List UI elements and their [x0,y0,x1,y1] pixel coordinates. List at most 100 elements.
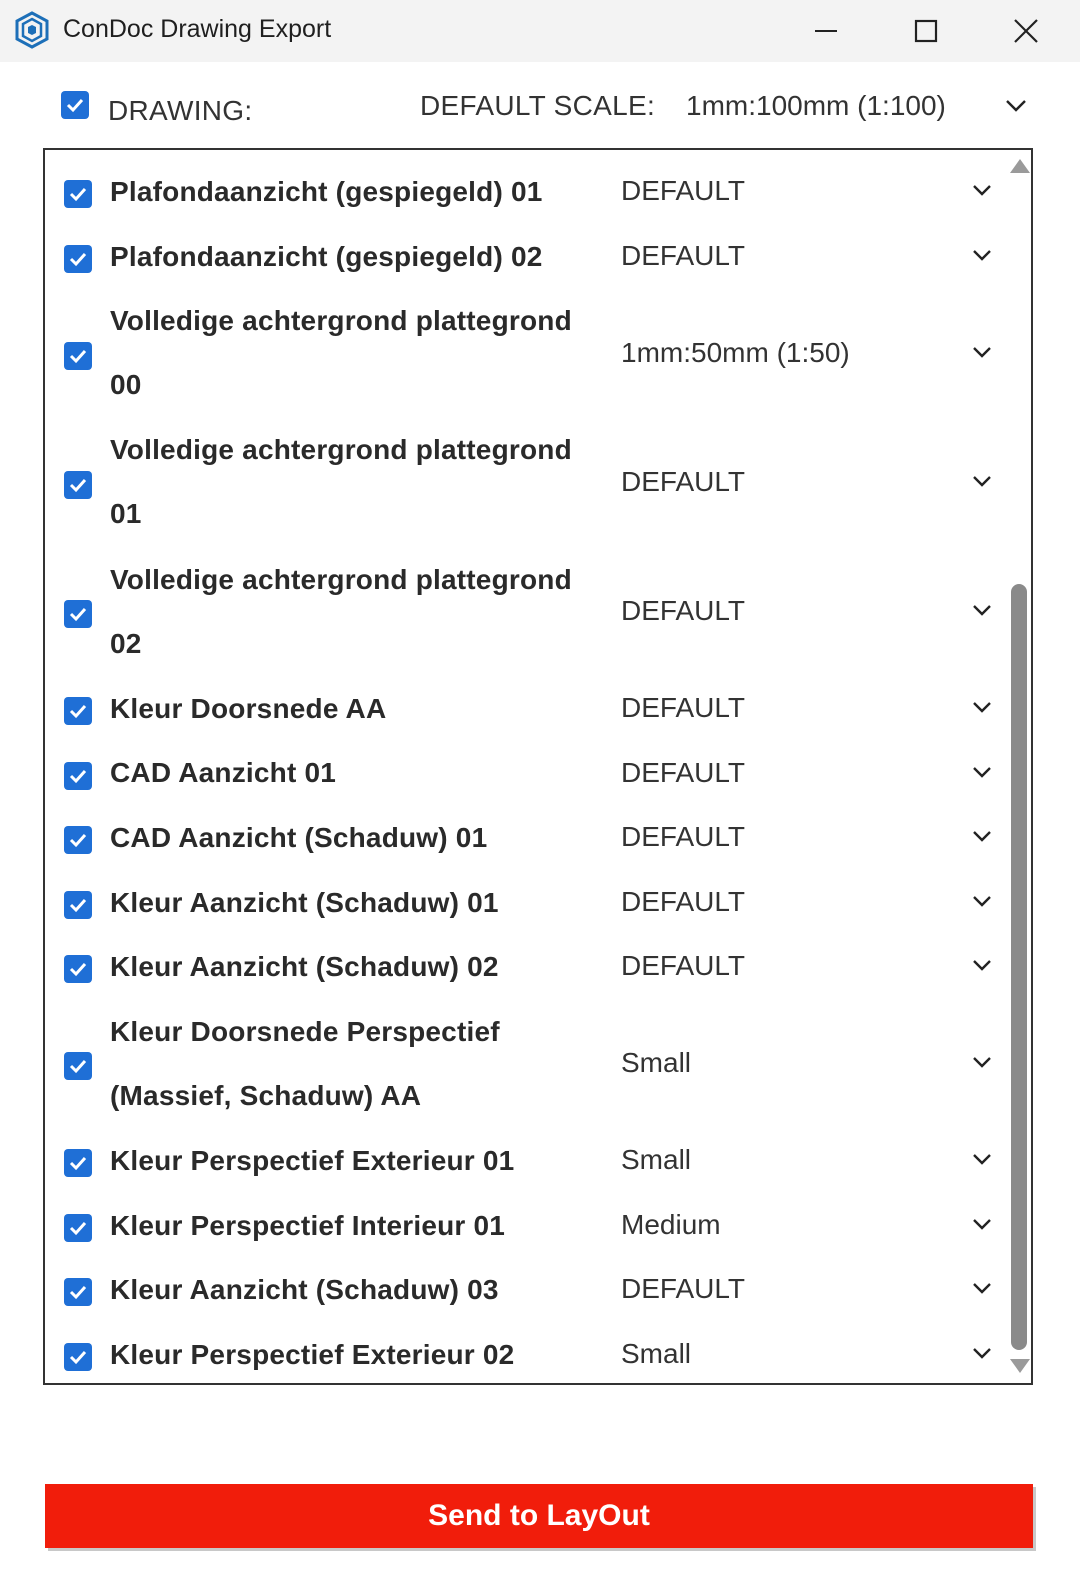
send-to-layout-button[interactable]: Send to LayOut [45,1484,1033,1548]
checkmark-icon [69,188,87,202]
drawing-scale-select[interactable]: Small [621,1144,691,1176]
drawing-row[interactable]: Kleur Aanzicht (Schaduw) 03 DEFAULT [45,1258,1005,1323]
sketchup-logo-icon [15,11,49,49]
chevron-down-icon[interactable] [970,1343,994,1363]
drawing-row[interactable]: Kleur Doorsnede AA DEFAULT [45,677,1005,742]
chevron-down-icon[interactable] [1003,94,1029,116]
drawing-checkbox[interactable] [64,1052,92,1081]
drawing-name: Volledige achtergrond plattegrond 02 [110,563,572,659]
minimize-button[interactable] [776,0,876,62]
drawing-checkbox[interactable] [64,1343,92,1372]
drawing-row[interactable]: Volledige achtergrond plattegrond 00 1mm:… [45,289,1005,418]
chevron-down-icon[interactable] [970,342,994,362]
drawing-row[interactable]: Kleur Aanzicht (Schaduw) 02 DEFAULT [45,935,1005,1000]
drawing-checkbox[interactable] [64,761,92,790]
drawing-row[interactable]: Volledige achtergrond plattegrond 01 DEFA… [45,418,1005,547]
drawing-checkbox[interactable] [64,244,92,273]
drawing-name: Kleur Aanzicht (Schaduw) 01 [110,886,499,918]
drawing-row[interactable]: CAD Aanzicht (Schaduw) 01 DEFAULT [45,806,1005,871]
window-title: ConDoc Drawing Export [63,15,332,43]
scrollbar-thumb[interactable] [1011,584,1027,1350]
checkmark-icon [69,1060,87,1074]
chevron-down-icon[interactable] [970,762,994,782]
drawing-row[interactable]: Plafondaanzicht (gespiegeld) 02 DEFAULT [45,225,1005,290]
drawing-checkbox[interactable] [64,1149,92,1178]
default-scale-label: DEFAULT SCALE: [420,90,656,121]
drawing-scale-select[interactable]: DEFAULT [621,466,745,498]
drawing-scale-select[interactable]: DEFAULT [621,950,745,982]
chevron-down-icon[interactable] [970,245,994,265]
drawing-checkbox[interactable] [64,890,92,919]
drawing-scale-select[interactable]: DEFAULT [621,595,745,627]
scroll-down-arrow-icon[interactable] [1009,1358,1031,1374]
drawing-list[interactable]: Plafondaanzicht (gespiegeld) 01 DEFAULT Pl… [43,148,1033,1385]
maximize-button[interactable] [876,0,976,62]
drawing-scale-select[interactable]: DEFAULT [621,757,745,789]
chevron-down-icon[interactable] [970,891,994,911]
drawing-scale-select[interactable]: DEFAULT [621,821,745,853]
drawing-scale-select[interactable]: Medium [621,1209,721,1241]
drawing-row[interactable]: Kleur Perspectief Exterieur 02 Small [45,1323,1005,1383]
checkmark-icon [69,769,87,783]
drawing-row[interactable]: Plafondaanzicht (gespiegeld) 01 DEFAULT [45,160,1005,225]
drawing-label: DRAWING: [108,95,253,126]
checkmark-icon [69,963,87,977]
drawing-row[interactable]: Kleur Doorsnede Perspectief (Massief, Sc… [45,1000,1005,1129]
drawing-scale-select[interactable]: DEFAULT [621,240,745,272]
drawing-checkbox[interactable] [64,341,92,370]
drawing-scale-select[interactable]: DEFAULT [621,692,745,724]
drawing-scale-select[interactable]: 1mm:50mm (1:50) [621,337,850,369]
drawing-name: Kleur Aanzicht (Schaduw) 03 [110,1274,499,1306]
drawing-name: Kleur Doorsnede AA [110,692,387,724]
checkmark-icon [69,898,87,913]
checkmark-icon [69,1157,87,1171]
minimize-icon [815,30,837,32]
close-icon [1014,19,1038,43]
drawing-row[interactable]: Kleur Aanzicht (Schaduw) 01 DEFAULT [45,871,1005,936]
drawing-checkbox[interactable] [64,1278,92,1307]
drawing-checkbox[interactable] [64,955,92,984]
chevron-down-icon[interactable] [970,826,994,846]
drawing-row[interactable]: Kleur Perspectief Interieur 01 Medium [45,1194,1005,1259]
drawing-checkbox[interactable] [64,600,92,629]
scrollbar[interactable] [1005,150,1031,1383]
title-bar: ConDoc Drawing Export [0,0,1080,62]
chevron-down-icon[interactable] [970,1278,994,1298]
drawing-checkbox[interactable] [64,697,92,726]
chevron-down-icon[interactable] [970,180,994,200]
drawing-scale-select[interactable]: DEFAULT [621,175,745,207]
drawing-name: Kleur Perspectief Exterieur 02 [110,1338,515,1370]
maximize-icon [914,19,938,43]
drawing-row[interactable]: CAD Aanzicht 01 DEFAULT [45,741,1005,806]
drawing-name: Plafondaanzicht (gespiegeld) 02 [110,240,543,272]
default-scale-select[interactable]: 1mm:100mm (1:100) [686,90,946,122]
drawing-row[interactable]: Volledige achtergrond plattegrond 02 DEFA… [45,548,1005,677]
chevron-down-icon[interactable] [970,955,994,975]
scroll-up-arrow-icon[interactable] [1009,158,1031,174]
close-button[interactable] [976,0,1076,62]
chevron-down-icon[interactable] [970,471,994,491]
drawing-row[interactable]: Kleur Perspectief Exterieur 01 Small [45,1129,1005,1194]
drawing-checkbox[interactable] [64,1213,92,1242]
drawing-scale-select[interactable]: DEFAULT [621,1273,745,1305]
drawing-name: Plafondaanzicht (gespiegeld) 01 [110,176,543,207]
select-all-checkbox[interactable] [61,91,89,119]
checkmark-icon [69,705,87,719]
drawing-checkbox[interactable] [64,470,92,499]
drawing-scale-select[interactable]: Small [621,1047,691,1079]
chevron-down-icon[interactable] [970,1214,994,1234]
drawing-checkbox[interactable] [64,826,92,855]
chevron-down-icon[interactable] [970,1149,994,1169]
drawing-scale-select[interactable]: DEFAULT [621,886,745,918]
drawing-scale-select[interactable]: Small [621,1338,691,1370]
chevron-down-icon[interactable] [970,600,994,620]
drawing-checkbox[interactable] [64,180,92,209]
drawing-name: Kleur Perspectief Interieur 01 [110,1209,506,1241]
checkmark-icon [69,478,87,493]
chevron-down-icon[interactable] [970,697,994,717]
chevron-down-icon[interactable] [970,1052,994,1072]
checkmark-icon [66,98,84,113]
drawing-name: Kleur Aanzicht (Schaduw) 02 [110,951,499,983]
drawing-name: Kleur Doorsnede Perspectief (Massief, Sc… [110,1015,500,1111]
checkmark-icon [69,252,87,267]
